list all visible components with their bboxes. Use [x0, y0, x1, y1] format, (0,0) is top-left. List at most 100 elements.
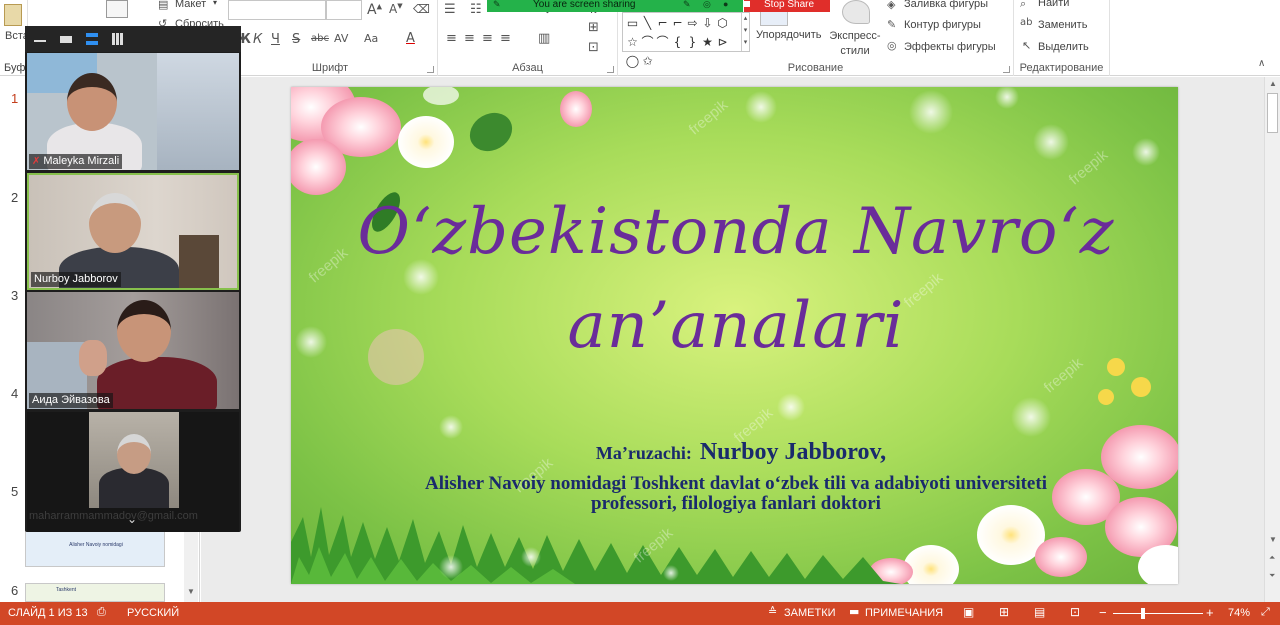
shape-fill-button[interactable]: Заливка фигуры	[904, 0, 988, 10]
shape-glyph[interactable]: ⇩	[700, 14, 715, 32]
share-security-icon[interactable]: ●	[723, 0, 728, 9]
status-bar: СЛАЙД 1 ИЗ 13 ⎙ РУССКИЙ ≙ ЗАМЕТКИ ▬ ПРИМ…	[0, 602, 1280, 625]
shape-glyph[interactable]: {	[670, 33, 685, 51]
zoom-slider-handle[interactable]	[1141, 608, 1145, 619]
language-indicator[interactable]: РУССКИЙ	[127, 607, 179, 619]
shape-glyph[interactable]: ▭	[625, 14, 640, 32]
quick-styles-button[interactable]: Экспресс-стили	[828, 29, 882, 59]
chevron-down-icon[interactable]: ⌄	[127, 512, 137, 526]
muted-mic-icon: ✗	[32, 156, 41, 167]
select-button[interactable]: Выделить	[1038, 41, 1089, 53]
paragraph-dialog-launcher[interactable]	[607, 66, 614, 73]
char-spacing-button[interactable]: AV	[334, 32, 348, 45]
layout-button[interactable]: Макет	[175, 0, 206, 10]
font-name-combo[interactable]	[228, 0, 326, 20]
new-slide-icon[interactable]	[106, 0, 128, 18]
zoom-out-button[interactable]: −	[1099, 605, 1107, 620]
slide-title[interactable]: O‘zbekistonda Navro‘z an’analari	[331, 185, 1141, 373]
layout-dropdown-icon[interactable]: ▾	[213, 0, 217, 7]
numbering-icon[interactable]: ☷	[470, 2, 482, 17]
participant-tile-active-speaker[interactable]: Nurboy Jabborov	[27, 173, 239, 290]
zoom-in-button[interactable]: +	[1206, 605, 1214, 620]
font-group-label: Шрифт	[311, 62, 349, 74]
shape-glyph[interactable]: ⊳	[715, 33, 730, 51]
speaker-affiliation[interactable]: Alisher Navoiy nomidagi Toshkent davlat …	[381, 474, 1091, 514]
clear-format-icon[interactable]: ⌫	[413, 2, 430, 16]
smartart-icon[interactable]: ⊡	[588, 40, 599, 55]
align-left-icon[interactable]: ≡	[446, 31, 457, 46]
next-slide-icon[interactable]: ⏷	[1269, 571, 1275, 581]
notes-button[interactable]: ЗАМЕТКИ	[784, 607, 836, 619]
columns-icon[interactable]: ▥	[538, 31, 550, 46]
spellcheck-icon[interactable]: ⎙	[97, 605, 106, 619]
collapse-ribbon-icon[interactable]: ∧	[1258, 58, 1265, 69]
replace-button[interactable]: Заменить	[1038, 19, 1087, 31]
gallery-view-icon[interactable]	[112, 33, 124, 45]
shape-glyph[interactable]: ⌒	[640, 33, 655, 51]
slide-canvas[interactable]: freepik freepik freepik freepik freepik …	[291, 87, 1178, 584]
normal-view-icon[interactable]: ▣	[963, 605, 974, 619]
shape-glyph[interactable]: ☆	[625, 33, 640, 51]
shape-glyph[interactable]: ⌐	[655, 14, 670, 32]
strip-view-icon[interactable]	[86, 33, 98, 45]
participant-tile[interactable]: maharrammammadov@gmail.com ⌄	[27, 412, 239, 532]
align-text-icon[interactable]: ⊞	[588, 20, 599, 35]
shape-glyph[interactable]: ⌒	[655, 33, 670, 51]
underline-button[interactable]: Ч	[271, 32, 280, 47]
zoom-video-panel: ✗ Maleyka Mirzali Nurboy Jabborov Аида Эй…	[25, 26, 241, 532]
align-center-icon[interactable]: ≡	[464, 31, 475, 46]
find-button[interactable]: Найти	[1038, 0, 1069, 9]
strikethrough-button[interactable]: abc	[311, 33, 329, 44]
slide-scrollbar[interactable]: ▲ ▼ ⏶ ⏷	[1264, 77, 1280, 602]
shape-glyph[interactable]: ⬡	[715, 14, 730, 32]
decrease-font-icon[interactable]: A▼	[389, 2, 403, 16]
minimize-icon[interactable]	[34, 40, 46, 42]
increase-font-icon[interactable]: A▲	[367, 2, 382, 18]
shape-glyph[interactable]: }	[685, 33, 700, 51]
stop-share-button[interactable]: Stop Share	[744, 0, 830, 12]
font-color-button[interactable]: A	[406, 31, 415, 46]
zoom-level[interactable]: 74%	[1228, 607, 1250, 619]
speaker-view-icon[interactable]	[60, 36, 72, 43]
comments-button[interactable]: ПРИМЕЧАНИЯ	[865, 607, 943, 619]
shape-glyph[interactable]: ╲	[640, 14, 655, 32]
arrange-button[interactable]: Упорядочить	[756, 29, 821, 41]
italic-button[interactable]: К	[253, 32, 262, 47]
participant-tile[interactable]: Аида Эйвазова	[27, 292, 239, 409]
scroll-up-icon[interactable]: ▲	[1269, 79, 1277, 88]
scroll-down-icon[interactable]: ▼	[1269, 535, 1277, 544]
slide-thumbnail-6[interactable]: Tashkent	[25, 583, 165, 602]
share-mic-icon[interactable]: ✎	[683, 0, 691, 9]
shapes-gallery[interactable]: ▭ ╲ ⌐ ⌐ ⇨ ⇩ ⬡☆ ⌒ ⌒{} ★ ⊳◯ ✩ ▴ ▾ ▾	[622, 12, 750, 68]
drawing-dialog-launcher[interactable]	[1003, 66, 1010, 73]
shape-glyph[interactable]: ⌐	[670, 14, 685, 32]
paste-icon[interactable]	[4, 4, 22, 26]
shapes-more-icon[interactable]: ▴ ▾ ▾	[741, 13, 749, 51]
bullets-icon[interactable]: ☰	[444, 2, 456, 17]
shadow-button[interactable]: S	[292, 32, 300, 47]
scroll-down-icon[interactable]: ▼	[187, 587, 195, 596]
participant-tile[interactable]: ✗ Maleyka Mirzali	[27, 53, 239, 170]
speaker-line[interactable]: Ma’ruzachi: Nurboy Jabborov,	[441, 439, 1041, 466]
shape-glyph[interactable]: ⇨	[685, 14, 700, 32]
align-right-icon[interactable]: ≡	[482, 31, 493, 46]
change-case-button[interactable]: Aa	[364, 32, 378, 45]
shape-glyph[interactable]: ◯	[625, 52, 640, 70]
zoom-slider[interactable]	[1113, 613, 1203, 614]
shape-glyph[interactable]: ✩	[640, 52, 655, 70]
shape-outline-button[interactable]: Контур фигуры	[904, 19, 981, 31]
shape-effects-button[interactable]: Эффекты фигуры	[904, 41, 996, 53]
prev-slide-icon[interactable]: ⏶	[1269, 553, 1275, 563]
justify-icon[interactable]: ≡	[500, 31, 511, 46]
reading-view-icon[interactable]: ▤	[1034, 605, 1045, 619]
slide-sorter-icon[interactable]: ⊞	[999, 605, 1009, 619]
replace-icon: ab	[1020, 17, 1033, 28]
scrollbar-thumb[interactable]	[1267, 93, 1278, 133]
font-size-combo[interactable]	[326, 0, 362, 20]
slideshow-icon[interactable]: ⊡	[1070, 605, 1080, 619]
shape-effects-icon: ◎	[887, 39, 897, 52]
font-dialog-launcher[interactable]	[427, 66, 434, 73]
share-pause-icon[interactable]: ◎	[703, 0, 711, 9]
shape-glyph[interactable]: ★	[700, 33, 715, 51]
fit-to-window-icon[interactable]: ⤢	[1261, 605, 1270, 619]
